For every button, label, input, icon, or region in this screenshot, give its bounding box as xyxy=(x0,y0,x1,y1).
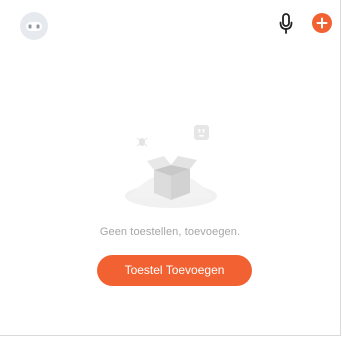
add-device-button[interactable]: Toestel Toevoegen xyxy=(97,255,252,286)
microphone-icon xyxy=(279,13,293,34)
open-box-icon xyxy=(125,125,217,208)
plus-circle-icon xyxy=(316,17,328,29)
empty-state-message: Geen toestellen, toevoegen. xyxy=(99,226,241,238)
profile-avatar[interactable] xyxy=(20,12,48,40)
empty-illustration xyxy=(118,118,224,208)
app-screen: Geen toestellen, toevoegen. Toestel Toev… xyxy=(0,0,341,336)
top-bar xyxy=(0,0,340,48)
robot-face-icon xyxy=(26,22,42,31)
add-button[interactable] xyxy=(312,13,332,33)
voice-button[interactable] xyxy=(279,13,293,35)
